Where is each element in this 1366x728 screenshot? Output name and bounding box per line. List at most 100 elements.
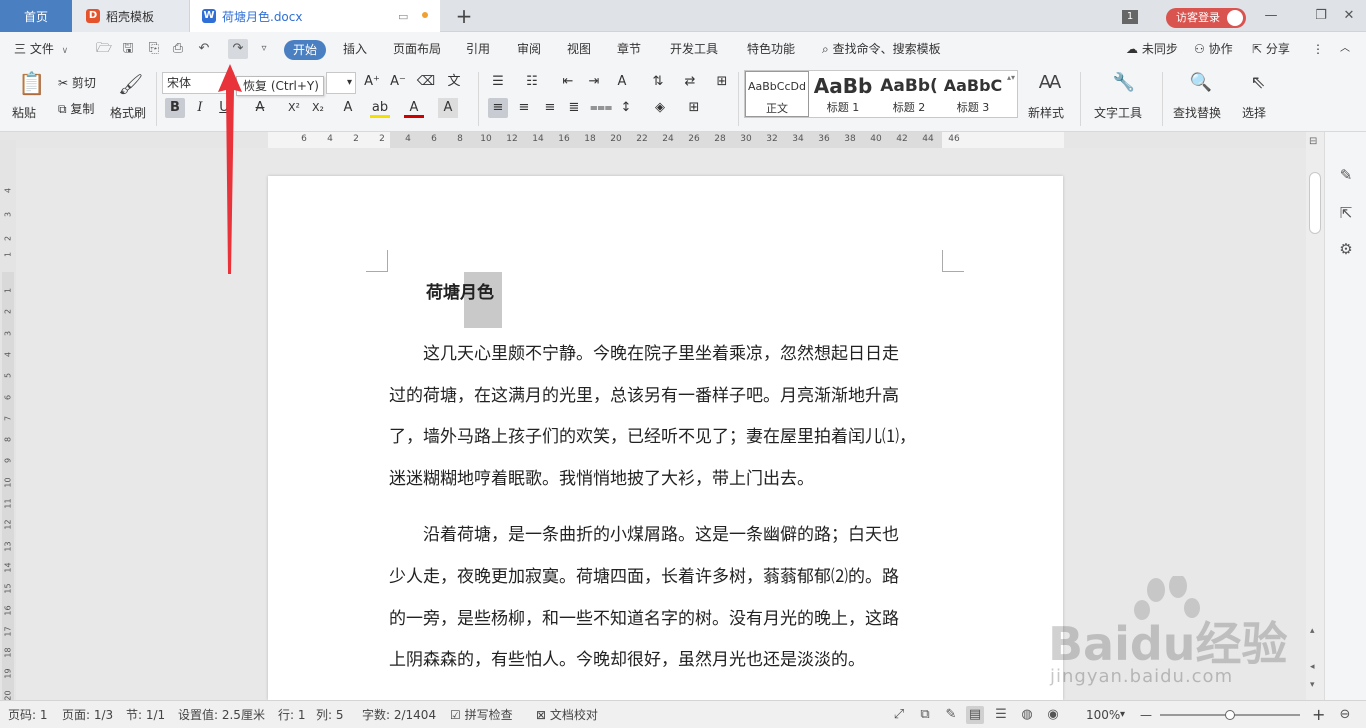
export-icon[interactable]: ⎘ [146, 41, 162, 57]
superscript-button[interactable]: X² [284, 98, 304, 118]
shrink-font-icon[interactable]: A⁻ [388, 72, 408, 92]
save-icon[interactable]: 🖫 [120, 41, 136, 57]
sync-status[interactable]: ☁ 未同步 [1126, 32, 1178, 66]
highlight-icon[interactable]: ab [370, 98, 390, 118]
close-button[interactable]: ✕ [1338, 6, 1360, 26]
grow-font-icon[interactable]: A⁺ [362, 72, 382, 92]
view-toggle-icon[interactable]: ⊟ [1309, 136, 1317, 147]
undo-icon[interactable]: ↶ [196, 41, 212, 57]
status-section[interactable]: 节: 1/1 [126, 701, 165, 728]
line-spacing-icon[interactable]: ↕ [616, 98, 636, 118]
copy-button[interactable]: ⧉ 复制 [58, 100, 94, 117]
menu-start[interactable]: 开始 [284, 40, 326, 60]
style-heading-2[interactable]: AaBb( 标题 2 [877, 71, 941, 117]
window-count-badge[interactable]: 1 [1122, 10, 1138, 24]
text-tools-button[interactable]: 🔧 文字工具 [1094, 70, 1154, 124]
pointer-icon[interactable]: ⇱ [1335, 202, 1357, 224]
bullet-list-icon[interactable]: ☰ [488, 72, 508, 92]
redo-icon[interactable]: ↷ [228, 39, 248, 59]
menu-view[interactable]: 视图 [567, 32, 591, 66]
zoom-out-button[interactable]: — [1140, 701, 1152, 728]
status-col[interactable]: 列: 5 [316, 701, 344, 728]
font-size-select[interactable]: ▾ [326, 72, 356, 94]
paragraph-line[interactable]: 上阴森森的，有些怕人。今晚却很好，虽然月光也还是淡淡的。 [389, 645, 865, 670]
collapse-ribbon-icon[interactable]: ︿ [1340, 32, 1350, 66]
status-words[interactable]: 字数: 2/1404 [362, 701, 436, 728]
strikethrough-button[interactable]: A [250, 98, 270, 118]
italic-button[interactable]: I [190, 98, 210, 118]
cut-button[interactable]: ✂ 剪切 [58, 74, 96, 91]
menu-insert[interactable]: 插入 [343, 32, 367, 66]
menu-references[interactable]: 引用 [466, 32, 490, 66]
text-effect-icon[interactable]: A [338, 98, 358, 118]
minimize-button[interactable]: — [1260, 6, 1282, 26]
new-tab-button[interactable]: + [450, 0, 478, 32]
menu-chapter[interactable]: 章节 [617, 32, 641, 66]
style-heading-1[interactable]: AaBb 标题 1 [811, 71, 875, 117]
tab-home[interactable]: 首页 [0, 0, 72, 32]
status-pages[interactable]: 页面: 1/3 [62, 701, 113, 728]
horizontal-ruler[interactable]: 6 4 2 2 4 6 8 10 12 14 16 18 20 22 24 26 28 30 32 34 36 38 40 4… [268, 132, 1064, 148]
spell-check-button[interactable]: ☑ 拼写检查 [450, 701, 513, 728]
status-row[interactable]: 行: 1 [278, 701, 306, 728]
menu-page-layout[interactable]: 页面布局 [393, 32, 441, 66]
menu-special[interactable]: 特色功能 [747, 32, 795, 66]
align-center-icon[interactable]: ≡ [514, 98, 534, 118]
format-painter-button[interactable]: 🖌 格式刷 [110, 70, 150, 124]
file-menu[interactable]: 三 文件 ∨ [14, 32, 68, 66]
zoom-slider[interactable] [1160, 710, 1300, 720]
zoom-slider-thumb[interactable] [1225, 710, 1235, 720]
tab-document[interactable]: W 荷塘月色.docx ▭ [190, 0, 440, 32]
subscript-button[interactable]: X₂ [308, 98, 328, 118]
restore-button[interactable]: ❐ [1310, 6, 1332, 26]
paragraph-line[interactable]: 少人走，夜晚更加寂寞。荷塘四面，长着许多树，蓊蓊郁郁⑵的。路 [389, 562, 899, 587]
shading-icon[interactable]: ◈ [650, 98, 670, 118]
read-mode-icon[interactable]: ⧉ [916, 706, 934, 724]
menu-developer[interactable]: 开发工具 [670, 32, 718, 66]
tab-template[interactable]: D 稻壳模板 [72, 0, 190, 32]
status-more-icon[interactable]: ⊖ [1336, 706, 1354, 724]
status-setting[interactable]: 设置值: 2.5厘米 [178, 701, 265, 728]
monitor-icon[interactable]: ▭ [398, 10, 408, 23]
print-preview-icon[interactable]: ⎙ [170, 41, 186, 57]
paste-button[interactable]: 📋 粘贴 [12, 70, 46, 124]
style-heading-3[interactable]: AaBbC 标题 3 [941, 71, 1005, 117]
pinyin-icon[interactable]: 文 [444, 72, 464, 92]
pen-icon[interactable]: ✎ [1335, 164, 1357, 186]
collaborate-button[interactable]: ⚇ 协作 [1194, 32, 1233, 66]
paragraph-line[interactable]: 沿着荷塘，是一条曲折的小煤屑路。这是一条幽僻的路；白天也 [389, 520, 899, 545]
share-button[interactable]: ⇱ 分享 [1252, 32, 1290, 66]
decrease-indent-icon[interactable]: ⇤ [558, 72, 578, 92]
more-menu-icon[interactable]: ⋮ [1312, 32, 1324, 66]
show-marks-icon[interactable]: ⇄ [680, 72, 700, 92]
paragraph-settings-icon[interactable]: ⊞ [712, 72, 732, 92]
borders-icon[interactable]: ⊞ [684, 98, 704, 118]
paragraph-line[interactable]: 迷迷糊糊地哼着眠歌。我悄悄地披了大衫，带上门出去。 [389, 464, 814, 489]
customize-toolbar-icon[interactable]: ▿ [256, 41, 272, 57]
gallery-scroll-icon[interactable]: ▴▾ [1007, 73, 1015, 82]
outline-view-icon[interactable]: ☰ [992, 706, 1010, 724]
bold-button[interactable]: B [165, 98, 185, 118]
eye-protect-icon[interactable]: ◉ [1044, 706, 1062, 724]
zoom-level[interactable]: 100% [1086, 701, 1120, 728]
open-folder-icon[interactable]: 🗁 [96, 41, 112, 57]
write-mode-icon[interactable]: ✎ [942, 706, 960, 724]
paragraph-line[interactable]: 的一旁，是些杨柳，和一些不知道名字的树。没有月光的晚上，这路 [389, 604, 899, 629]
vertical-ruler[interactable]: 4 3 2 1 1 2 3 4 5 6 7 8 9 10 11 12 13 14 15 16 17 18 19 20 [0, 140, 16, 700]
paragraph-line[interactable]: 这几天心里颇不宁静。今晚在院子里坐着乘凉，忽然想起日日走 [389, 339, 899, 364]
scrollbar-thumb[interactable] [1309, 172, 1321, 234]
document-page[interactable]: 荷塘月色 这几天心里颇不宁静。今晚在院子里坐着乘凉，忽然想起日日走 过的荷塘，在… [268, 176, 1063, 700]
numbered-list-icon[interactable]: ☷ [522, 72, 542, 92]
distribute-icon[interactable]: ⩶ [590, 98, 612, 118]
guest-login-button[interactable]: 访客登录 [1166, 8, 1246, 28]
zoom-in-button[interactable]: + [1312, 701, 1325, 728]
menu-review[interactable]: 审阅 [517, 32, 541, 66]
style-normal[interactable]: AaBbCcDd 正文 [745, 71, 809, 117]
justify-icon[interactable]: ≣ [564, 98, 584, 118]
font-color-icon[interactable]: A [404, 98, 424, 118]
web-view-icon[interactable]: ◍ [1018, 706, 1036, 724]
char-shading-icon[interactable]: A [438, 98, 458, 118]
find-replace-button[interactable]: 🔍 查找替换 [1173, 70, 1233, 124]
new-style-button[interactable]: Ꜳ 新样式 [1026, 70, 1074, 124]
text-direction-icon[interactable]: A [612, 72, 632, 92]
